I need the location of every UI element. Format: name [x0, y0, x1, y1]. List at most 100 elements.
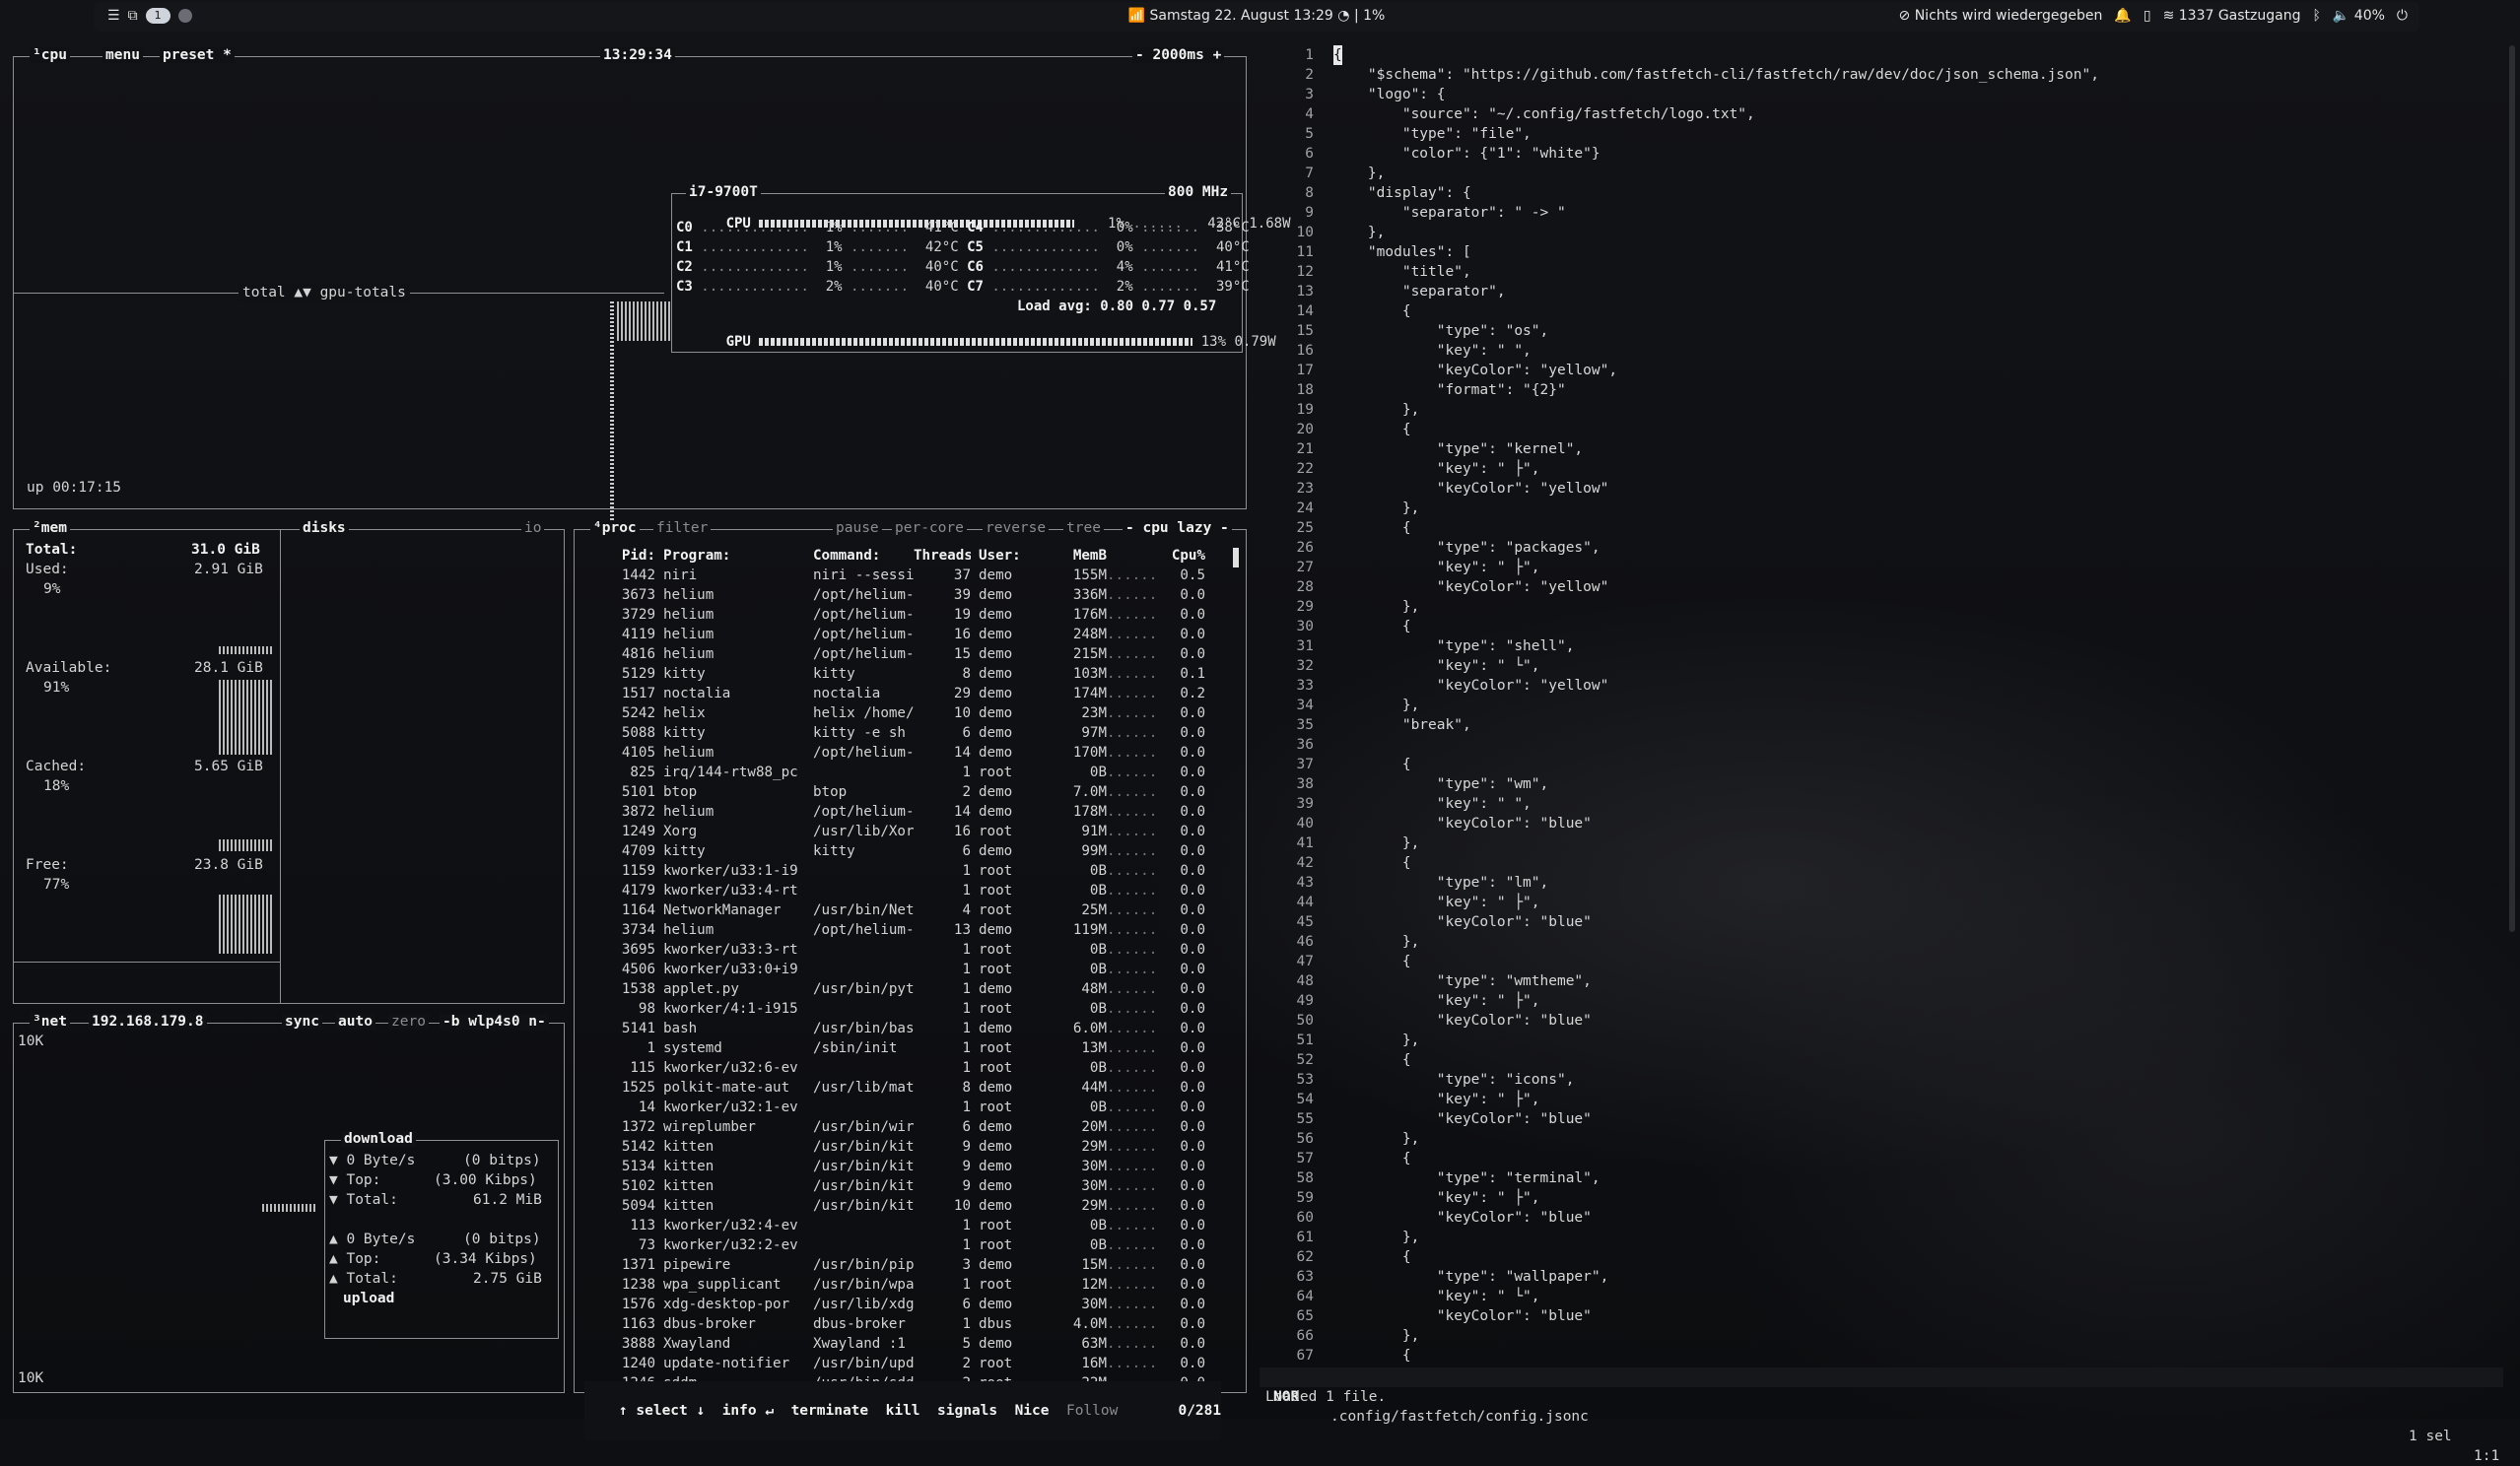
table-row[interactable]: 1442 niri niri --session 37 demo 155M....... 0… — [586, 566, 1205, 585]
proc-title[interactable]: ⁴proc — [590, 520, 640, 536]
col-cpu[interactable]: Cpu% — [1154, 546, 1205, 566]
table-row[interactable]: 5094 kitten/usr/bin/kitte 10 demo 29M.......… — [586, 1196, 1205, 1216]
code-line[interactable]: "format": "{2}" — [1333, 380, 1566, 400]
kill-button[interactable]: kill — [886, 1403, 920, 1419]
code-line[interactable]: "type": "file", — [1333, 124, 1532, 144]
code-line[interactable]: "key": " ", — [1333, 794, 1532, 814]
table-row[interactable]: 1164 NetworkManager/usr/bin/Netwo 4 root 25M… — [586, 900, 1205, 920]
net-interface[interactable]: -b wlp4s0 n- — [440, 1014, 549, 1030]
code-line[interactable]: "key": " ", — [1333, 341, 1532, 361]
code-line[interactable]: { — [1333, 617, 1411, 636]
code-line[interactable]: "keyColor": "yellow" — [1333, 577, 1609, 597]
code-line[interactable]: }, — [1333, 499, 1419, 518]
code-line[interactable]: "color": {"1": "white"} — [1333, 144, 1601, 164]
table-row[interactable]: 98 kworker/4:1-i915 1 root 0B....... 0.0 — [586, 999, 1205, 1019]
code-line[interactable]: "key": " └", — [1333, 656, 1540, 676]
cpu-preset[interactable]: preset * — [160, 47, 235, 63]
info-button[interactable]: info ↵ — [722, 1403, 774, 1419]
table-row[interactable]: 4119 helium/opt/helium-br 16 demo 248M......… — [586, 625, 1205, 644]
net-sync[interactable]: sync — [282, 1014, 322, 1030]
code-line[interactable]: { — [1333, 1050, 1411, 1070]
code-line[interactable]: }, — [1333, 1326, 1419, 1346]
code-line[interactable]: }, — [1333, 1031, 1419, 1050]
disks-title[interactable]: disks — [300, 520, 349, 536]
code-line[interactable]: }, — [1333, 932, 1419, 952]
code-line[interactable]: "keyColor": "blue" — [1333, 1011, 1592, 1031]
code-line[interactable]: "keyColor": "blue" — [1333, 1306, 1592, 1326]
code-line[interactable]: "type": "wm", — [1333, 774, 1549, 794]
code-line[interactable]: "key": " ├", — [1333, 1090, 1540, 1109]
code-line[interactable]: { — [1333, 518, 1411, 538]
cpu-title[interactable]: ¹cpu — [30, 47, 70, 63]
table-row[interactable]: 5242 helix helix /home/de 10 demo 23M....... 0… — [586, 703, 1205, 723]
code-line[interactable]: "type": "packages", — [1333, 538, 1601, 558]
table-row[interactable]: 1 systemd/sbin/init 1 root 13M....... 0.0 — [586, 1038, 1205, 1058]
code-line[interactable]: { — [1333, 1346, 1411, 1366]
table-row[interactable]: 4179 kworker/u33:4-rt 1 root 0B....... 0.0 — [586, 881, 1205, 900]
code-line[interactable]: "keyColor": "blue" — [1333, 1208, 1592, 1228]
table-row[interactable]: 73 kworker/u32:2-ev 1 root 0B....... 0.0 — [586, 1235, 1205, 1255]
nice-button[interactable]: Nice — [1015, 1403, 1050, 1419]
col-user[interactable]: User: — [971, 546, 1046, 566]
code-line[interactable]: "type": "kernel", — [1333, 439, 1583, 459]
table-row[interactable]: 3695 kworker/u33:3-rt 1 root 0B....... 0.0 — [586, 940, 1205, 960]
cpu-menu[interactable]: menu — [102, 47, 143, 63]
follow-button[interactable]: Follow — [1066, 1403, 1118, 1419]
code-line[interactable]: }, — [1333, 1129, 1419, 1149]
code-line[interactable]: "key": " ├", — [1333, 459, 1540, 479]
code-line[interactable]: "type": "terminal", — [1333, 1168, 1601, 1188]
code-line[interactable]: "key": " └", — [1333, 1287, 1540, 1306]
col-mem[interactable]: MemB — [1046, 546, 1107, 566]
editor-pane[interactable]: 1 {2 "$schema": "https://github.com/fastf… — [1260, 45, 2511, 1385]
code-line[interactable]: { — [1333, 1247, 1411, 1267]
table-row[interactable]: 1372 wireplumber/usr/bin/wirep 6 demo 20M...… — [586, 1117, 1205, 1137]
code-line[interactable]: "logo": { — [1333, 85, 1446, 104]
code-line[interactable]: { — [1333, 853, 1411, 873]
table-row[interactable]: 5101 btop btop 2 demo 7.0M....... 0.0 — [586, 782, 1205, 802]
proc-scrollbar[interactable] — [1233, 548, 1239, 567]
code-line[interactable]: { — [1333, 952, 1411, 971]
code-line[interactable]: "keyColor": "yellow" — [1333, 479, 1609, 499]
proc-percore[interactable]: per-core — [892, 520, 967, 536]
table-row[interactable]: 3729 helium/opt/helium-br 19 demo 176M......… — [586, 605, 1205, 625]
table-row[interactable]: 1525 polkit-mate-aut/usr/lib/mate- 8 demo 44… — [586, 1078, 1205, 1098]
code-line[interactable]: "source": "~/.config/fastfetch/logo.txt"… — [1333, 104, 1755, 124]
clipboard-icon[interactable]: ▯ — [2144, 8, 2151, 24]
code-line[interactable]: "keyColor": "yellow" — [1333, 676, 1609, 696]
code-line[interactable]: "display": { — [1333, 183, 1471, 203]
table-row[interactable]: 5102 kitten/usr/bin/kitte 9 demo 30M....... 0… — [586, 1176, 1205, 1196]
table-row[interactable]: 4506 kworker/u33:0+i9 1 root 0B....... 0.0 — [586, 960, 1205, 979]
table-row[interactable]: 3872 helium/opt/helium-br 14 demo 178M......… — [586, 802, 1205, 822]
table-row[interactable]: 3734 helium/opt/helium-br 13 demo 119M......… — [586, 920, 1205, 940]
table-row[interactable]: 3888 Xwayland Xwayland :1 -l 5 demo 63M......… — [586, 1334, 1205, 1354]
code-line[interactable]: "type": "wallpaper", — [1333, 1267, 1609, 1287]
code-line[interactable]: }, — [1333, 164, 1385, 183]
table-row[interactable]: 1371 pipewire/usr/bin/pipew 3 demo 15M......… — [586, 1255, 1205, 1275]
code-line[interactable]: "key": " ├", — [1333, 893, 1540, 912]
code-line[interactable]: }, — [1333, 833, 1419, 853]
code-line[interactable]: }, — [1333, 597, 1419, 617]
table-row[interactable]: 1249 Xorg/usr/lib/Xorg 16 root 91M....... 0.0 — [586, 822, 1205, 841]
table-row[interactable]: 5141 bash/usr/bin/bash 1 demo 6.0M....... 0.0 — [586, 1019, 1205, 1038]
table-row[interactable]: 1576 xdg-desktop-por/usr/lib/xdg-d 6 demo 30… — [586, 1295, 1205, 1314]
code-line[interactable]: }, — [1333, 1228, 1419, 1247]
mem-title[interactable]: ²mem — [30, 520, 70, 536]
wifi-status[interactable]: ≋ 1337 Gastzugang — [2163, 8, 2301, 24]
code-line[interactable]: "modules": [ — [1333, 242, 1471, 262]
signals-button[interactable]: signals — [937, 1403, 997, 1419]
col-pid[interactable]: Pid: — [586, 546, 655, 566]
code-line[interactable]: { — [1333, 301, 1411, 321]
table-row[interactable]: 14 kworker/u32:1-ev 1 root 0B....... 0.0 — [586, 1098, 1205, 1117]
code-line[interactable]: }, — [1333, 696, 1419, 715]
code-line[interactable]: "type": "icons", — [1333, 1070, 1575, 1090]
table-row[interactable]: 5134 kitten/usr/bin/kitte 9 demo 30M....... 0… — [586, 1157, 1205, 1176]
terminate-button[interactable]: terminate — [791, 1403, 869, 1419]
code-line[interactable]: "keyColor": "blue" — [1333, 814, 1592, 833]
net-auto[interactable]: auto — [335, 1014, 375, 1030]
code-line[interactable]: "type": "lm", — [1333, 873, 1549, 893]
code-line[interactable]: "break", — [1333, 715, 1471, 735]
code-line[interactable]: "type": "shell", — [1333, 636, 1575, 656]
table-row[interactable]: 1538 applet.py/usr/bin/pytho 1 demo 48M.....… — [586, 979, 1205, 999]
table-row[interactable]: 1517 noctalia noctalia 29 demo 174M....... 0.2 — [586, 684, 1205, 703]
code-line[interactable]: "separator": " -> " — [1333, 203, 1566, 223]
